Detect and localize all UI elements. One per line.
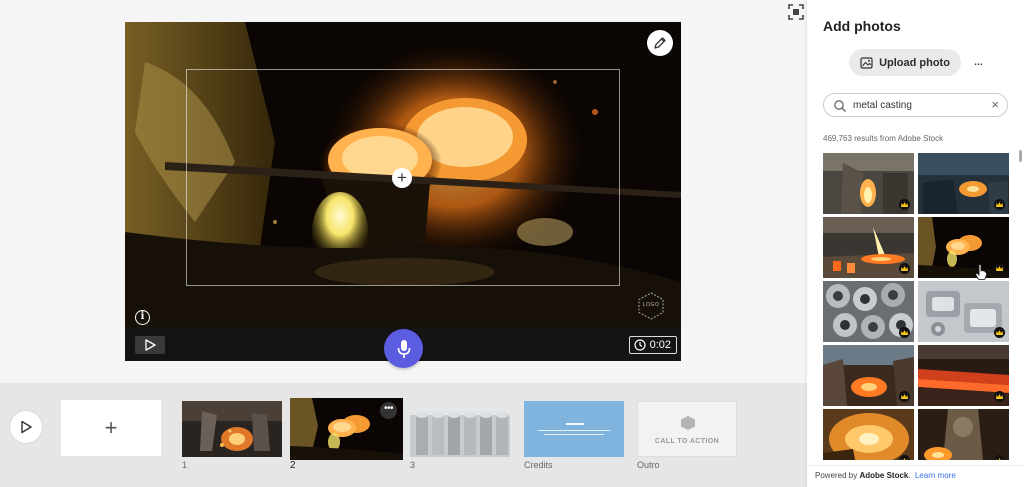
stock-photo[interactable] — [918, 345, 1009, 406]
scrollbar[interactable] — [1019, 150, 1022, 162]
logo-placeholder-icon — [681, 416, 695, 430]
crown-icon — [899, 391, 910, 402]
image-upload-icon — [860, 56, 873, 69]
stock-photo[interactable] — [918, 281, 1009, 342]
stock-photo[interactable] — [823, 153, 914, 214]
slide-credits[interactable]: Credits — [524, 401, 624, 471]
video-preview: + i LOGO 0:02 — [125, 22, 681, 361]
slide-number: Outro — [637, 460, 660, 470]
info-icon[interactable]: i — [135, 310, 150, 325]
pencil-icon[interactable] — [647, 30, 673, 56]
play-icon[interactable] — [135, 336, 165, 354]
add-slide-button[interactable]: + — [61, 400, 161, 456]
slide-more-button[interactable]: ••• — [380, 402, 397, 419]
play-video-button[interactable] — [10, 411, 42, 443]
slide-thumbnail — [410, 401, 510, 457]
duration-text: 0:02 — [649, 339, 671, 351]
crown-icon — [899, 455, 910, 460]
preview-stage: + i LOGO 0:02 — [0, 0, 807, 383]
call-to-action-text: CALL TO ACTION — [654, 438, 720, 445]
slide-thumbnail: ••• — [290, 398, 403, 460]
slide-number: 3 — [410, 460, 416, 470]
search-icon — [834, 100, 846, 112]
more-icon[interactable]: ... — [970, 53, 986, 69]
play-icon — [21, 420, 32, 434]
crown-icon — [994, 263, 1005, 274]
logo-placeholder[interactable]: LOGO — [637, 292, 665, 320]
crown-icon — [899, 199, 910, 210]
slide-timeline: + 1 ••• 2 3 Credits CALL TO ACTION Outro — [0, 383, 807, 487]
slide-1[interactable]: 1 — [182, 401, 282, 471]
upload-photo-label: Upload photo — [879, 56, 950, 69]
close-icon[interactable]: × — [991, 97, 999, 113]
upload-photo-button[interactable]: Upload photo — [849, 49, 961, 76]
stock-photo[interactable] — [823, 217, 914, 278]
fullscreen-icon[interactable] — [788, 4, 804, 20]
stock-photo[interactable] — [918, 409, 1009, 460]
search-field[interactable]: × — [823, 93, 1008, 117]
photo-results-grid — [823, 153, 1009, 460]
slide-thumbnail: CALL TO ACTION — [637, 401, 737, 457]
stock-photo[interactable] — [823, 409, 914, 460]
crown-icon — [899, 327, 910, 338]
clock-icon — [633, 339, 646, 351]
powered-by-footer: Powered by Adobe Stock. Learn more — [807, 465, 1024, 487]
search-input[interactable] — [853, 97, 985, 113]
duration-badge[interactable]: 0:02 — [628, 336, 677, 354]
slide-thumbnail — [182, 401, 282, 457]
panel-title: Add photos — [823, 18, 901, 34]
slide-number: Credits — [524, 460, 553, 470]
crown-icon — [994, 391, 1005, 402]
slide-outro[interactable]: CALL TO ACTION Outro — [637, 401, 737, 471]
crown-icon — [994, 199, 1005, 210]
stock-photo[interactable] — [823, 345, 914, 406]
microphone-icon[interactable] — [384, 329, 423, 368]
results-count: 469,763 results from Adobe Stock — [823, 134, 944, 143]
stock-photo[interactable] — [918, 217, 1009, 278]
learn-more-link[interactable]: Learn more — [915, 471, 956, 480]
slide-number: 2 — [290, 460, 296, 471]
add-text-button[interactable]: + — [392, 168, 412, 188]
crown-icon — [994, 327, 1005, 338]
crown-icon — [994, 455, 1005, 460]
stock-photo[interactable] — [823, 281, 914, 342]
slide-3[interactable]: 3 — [410, 401, 510, 471]
slide-number: 1 — [182, 460, 188, 470]
slide-2[interactable]: ••• 2 — [290, 398, 403, 472]
add-photos-panel: Add photos Upload photo ... × 469,763 re… — [807, 0, 1024, 487]
crown-icon — [899, 263, 910, 274]
stock-photo[interactable] — [918, 153, 1009, 214]
slide-thumbnail — [524, 401, 624, 457]
